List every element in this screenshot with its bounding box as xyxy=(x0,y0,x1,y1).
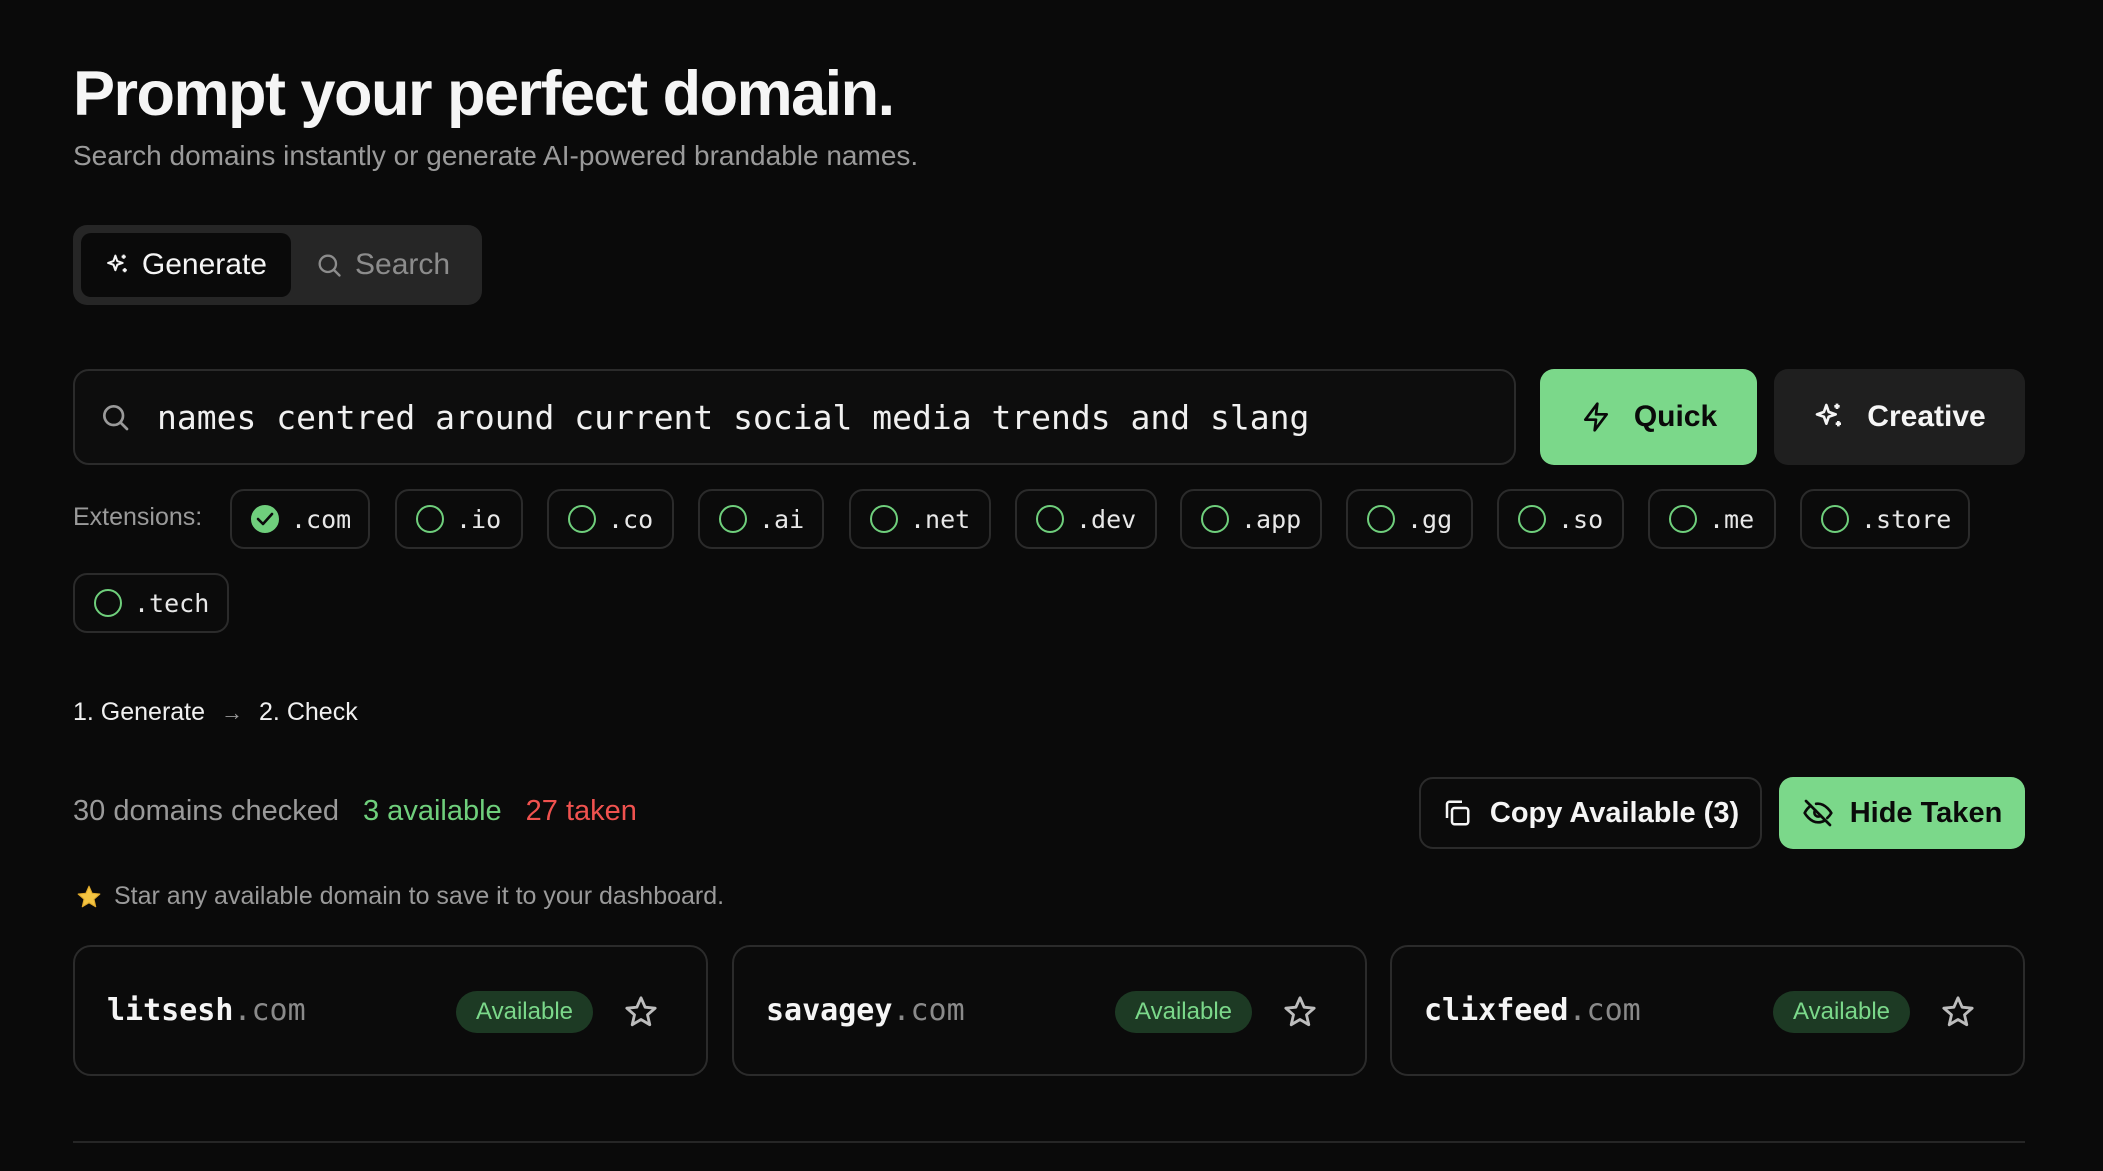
extension-chip-me[interactable]: .me xyxy=(1648,489,1776,549)
circle-icon xyxy=(1367,505,1395,533)
circle-icon xyxy=(1036,505,1064,533)
page: Prompt your perfect domain. Search domai… xyxy=(0,0,2103,1171)
extension-chip-ai[interactable]: .ai xyxy=(698,489,824,549)
extension-label: .ai xyxy=(759,504,805,534)
result-card: litsesh .com Available xyxy=(73,945,708,1076)
check-circle-icon xyxy=(251,505,279,533)
domain-name: savagey .com xyxy=(766,993,965,1028)
domain-name: litsesh .com xyxy=(107,993,306,1028)
extension-label: .co xyxy=(608,504,654,534)
extension-label: .tech xyxy=(134,588,210,618)
sparkles-icon xyxy=(1815,403,1842,427)
quick-label: Quick xyxy=(1633,400,1718,433)
search-mode-label: Search xyxy=(355,248,451,281)
circle-icon xyxy=(568,505,596,533)
result-card: clixfeed .com Available xyxy=(1390,945,2025,1076)
workflow-steps: 1. Generate → 2. Check xyxy=(73,698,358,727)
circle-icon xyxy=(416,505,444,533)
extension-chip-store[interactable]: .store xyxy=(1800,489,1970,549)
arrow-right-icon: → xyxy=(221,699,244,725)
extension-label: .net xyxy=(910,504,971,534)
taken-count: 27 taken xyxy=(525,795,637,827)
circle-icon xyxy=(1201,505,1229,533)
extension-chip-so[interactable]: .so xyxy=(1497,489,1624,549)
extension-chip-com[interactable]: .com xyxy=(230,489,370,549)
extensions-label: Extensions: xyxy=(73,503,203,531)
domain-tld: .com xyxy=(892,993,965,1028)
mode-toggle: Generate Search xyxy=(73,225,482,305)
page-subtitle: Search domains instantly or generate AI-… xyxy=(73,140,919,171)
extension-chip-co[interactable]: .co xyxy=(547,489,674,549)
domain-label: savagey xyxy=(766,993,893,1028)
domain-label: clixfeed xyxy=(1424,993,1569,1028)
copy-available-label: Copy Available (3) xyxy=(1489,796,1740,829)
domain-label: litsesh xyxy=(107,993,234,1028)
extension-chip-tech[interactable]: .tech xyxy=(73,573,229,633)
circle-icon xyxy=(719,505,747,533)
creative-generate-button[interactable]: Creative xyxy=(1774,369,2025,465)
circle-icon xyxy=(1821,505,1849,533)
star-icon[interactable] xyxy=(624,995,658,1029)
search-icon xyxy=(318,254,341,277)
extension-chip-app[interactable]: .app xyxy=(1180,489,1322,549)
circle-icon xyxy=(1669,505,1697,533)
extension-label: .dev xyxy=(1076,504,1137,534)
star-icon[interactable] xyxy=(1283,995,1317,1029)
result-card: savagey .com Available xyxy=(732,945,1367,1076)
star-filled-icon xyxy=(77,885,101,907)
copy-icon xyxy=(1445,800,1470,826)
page-title: Prompt your perfect domain. xyxy=(73,59,895,129)
step-check: 2. Check xyxy=(259,698,358,726)
step-generate: 1. Generate xyxy=(73,698,206,726)
save-hint: Star any available domain to save it to … xyxy=(76,882,724,911)
search-mode-button[interactable]: Search xyxy=(295,233,474,297)
eye-off-icon xyxy=(1803,799,1833,827)
results-stats: 30 domains checked 3 available 27 taken xyxy=(73,795,637,828)
status-badge: Available xyxy=(1773,991,1910,1033)
sparkles-icon xyxy=(107,254,127,273)
extension-label: .so xyxy=(1558,504,1604,534)
extension-chip-dev[interactable]: .dev xyxy=(1015,489,1157,549)
extension-label: .store xyxy=(1861,504,1952,534)
domain-tld: .com xyxy=(1568,993,1641,1028)
save-hint-text: Star any available domain to save it to … xyxy=(114,882,725,910)
lightning-icon xyxy=(1583,402,1608,432)
extension-chip-net[interactable]: .net xyxy=(849,489,991,549)
quick-generate-button[interactable]: Quick xyxy=(1540,369,1757,465)
hide-taken-button[interactable]: Hide Taken xyxy=(1779,777,2025,849)
available-count: 3 available xyxy=(363,795,502,827)
copy-available-button[interactable]: Copy Available (3) xyxy=(1419,777,1762,849)
creative-label: Creative xyxy=(1867,400,1986,433)
circle-icon xyxy=(94,589,122,617)
extension-chip-gg[interactable]: .gg xyxy=(1346,489,1473,549)
search-icon xyxy=(103,405,129,431)
prompt-box xyxy=(73,369,1516,465)
prompt-input[interactable] xyxy=(157,387,1514,447)
circle-icon xyxy=(1518,505,1546,533)
checked-count: 30 domains checked xyxy=(73,795,339,827)
extension-label: .io xyxy=(456,504,502,534)
star-icon[interactable] xyxy=(1941,995,1975,1029)
status-badge: Available xyxy=(456,991,593,1033)
extension-label: .me xyxy=(1709,504,1755,534)
extension-label: .com xyxy=(291,504,352,534)
hide-taken-label: Hide Taken xyxy=(1849,796,2003,829)
status-badge: Available xyxy=(1115,991,1252,1033)
extension-label: .gg xyxy=(1407,504,1453,534)
extension-chip-io[interactable]: .io xyxy=(395,489,523,549)
generate-mode-label: Generate xyxy=(141,248,267,281)
divider xyxy=(73,1141,2025,1143)
extension-label: .app xyxy=(1241,504,1302,534)
domain-name: clixfeed .com xyxy=(1424,993,1641,1028)
circle-icon xyxy=(870,505,898,533)
domain-tld: .com xyxy=(233,993,306,1028)
generate-mode-button[interactable]: Generate xyxy=(81,233,291,297)
